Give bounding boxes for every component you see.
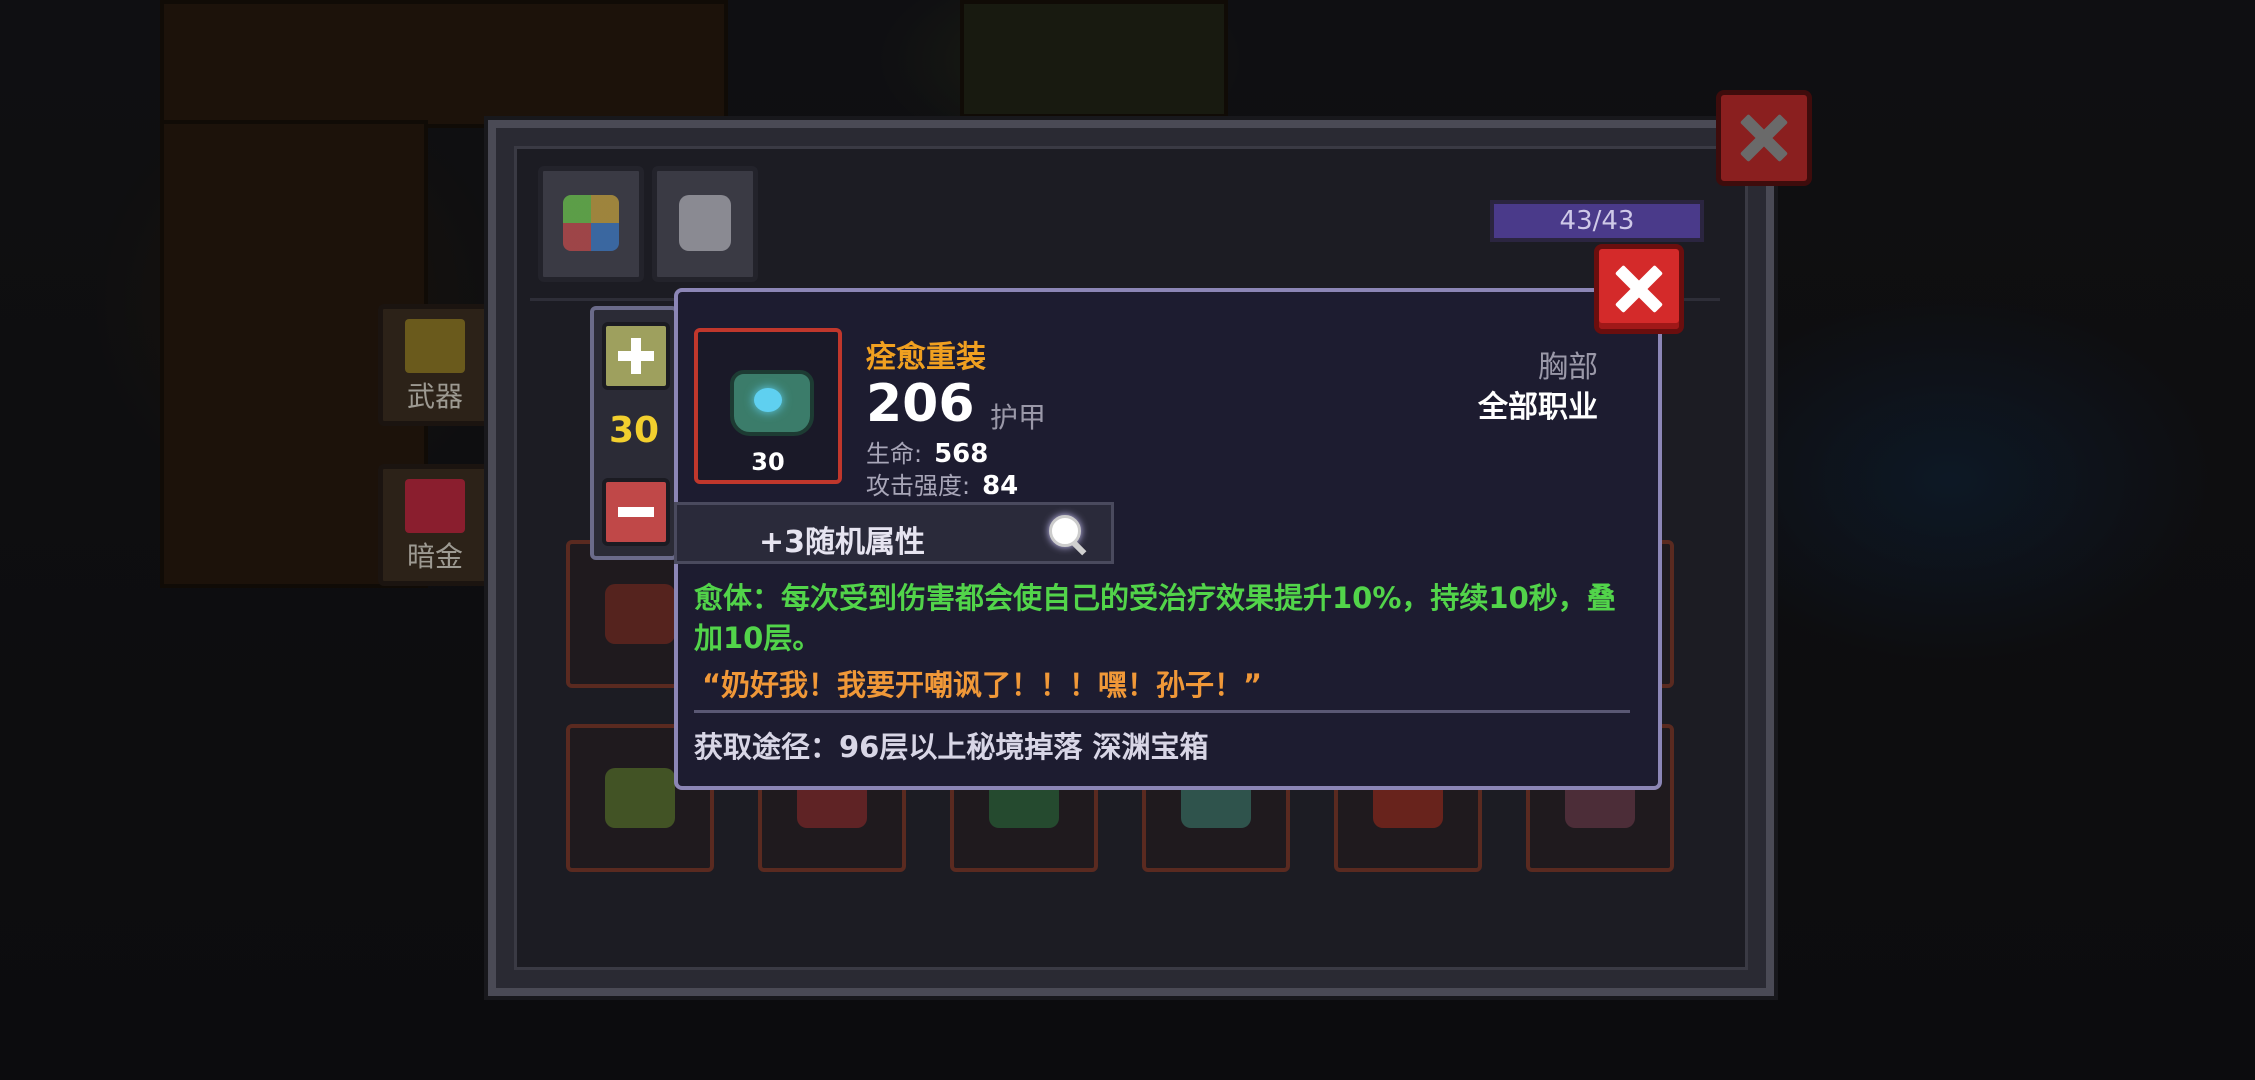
decrease-quantity-button[interactable] [602, 478, 670, 546]
chest-armor-icon [722, 362, 814, 436]
class-requirement: 全部职业 [1478, 390, 1598, 425]
category-armor-button[interactable] [652, 166, 758, 282]
armor-label: 护甲 [990, 401, 1047, 434]
grid-icon [563, 195, 619, 251]
stat-health: 生命: 568 [866, 434, 988, 469]
weapon-icon [405, 319, 465, 373]
armor-value: 206 [866, 374, 975, 434]
tab-dark-gold[interactable]: 暗金 [378, 464, 492, 586]
stat-health-label: 生命: [866, 440, 923, 468]
increase-quantity-button[interactable] [602, 322, 670, 390]
stat-attack-power-label: 攻击强度: [866, 472, 971, 500]
inventory-close-button[interactable] [1716, 90, 1812, 186]
item-icon-frame: 30 [694, 328, 842, 484]
tab-dark-gold-label: 暗金 [406, 540, 463, 573]
tab-weapons-label: 武器 [406, 380, 463, 413]
tooltip-divider [694, 710, 1630, 713]
equip-slot-type: 胸部 [1538, 350, 1598, 385]
item-name: 痊愈重装 [866, 340, 986, 375]
inventory-capacity: 43/43 [1490, 200, 1704, 242]
item-effect: 愈体：每次受到伤害都会使自己的受治疗效果提升10%，持续10秒，叠加10层。 [694, 581, 1616, 655]
armor-category-icon [679, 195, 731, 251]
random-affix-text: +3随机属性 [759, 525, 926, 560]
tab-weapons[interactable]: 武器 [378, 304, 492, 426]
stat-attack-power-value: 84 [982, 471, 1019, 501]
flavor-quote: “奶好我！我要开嘲讽了！！！嘿！孙子！” [702, 668, 1263, 702]
quantity-stepper: 30 [590, 306, 678, 560]
item-tooltip: 30 痊愈重装 206 护甲 生命: 568 攻击强度: 84 胸部 全部职业 +3… [674, 288, 1662, 790]
stat-attack-power: 攻击强度: 84 [866, 466, 1018, 501]
magnifier-icon[interactable] [1049, 515, 1087, 556]
random-affix-bar[interactable]: +3随机属性 [674, 502, 1114, 564]
dark-gold-icon [405, 479, 465, 533]
quantity-value: 30 [608, 410, 660, 451]
item-source: 获取途径：96层以上秘境掉落 深渊宝箱 [694, 730, 1209, 764]
tooltip-close-button[interactable] [1594, 244, 1684, 334]
stat-health-value: 568 [934, 439, 989, 469]
item-level: 30 [751, 448, 785, 476]
category-all-button[interactable] [538, 166, 644, 282]
